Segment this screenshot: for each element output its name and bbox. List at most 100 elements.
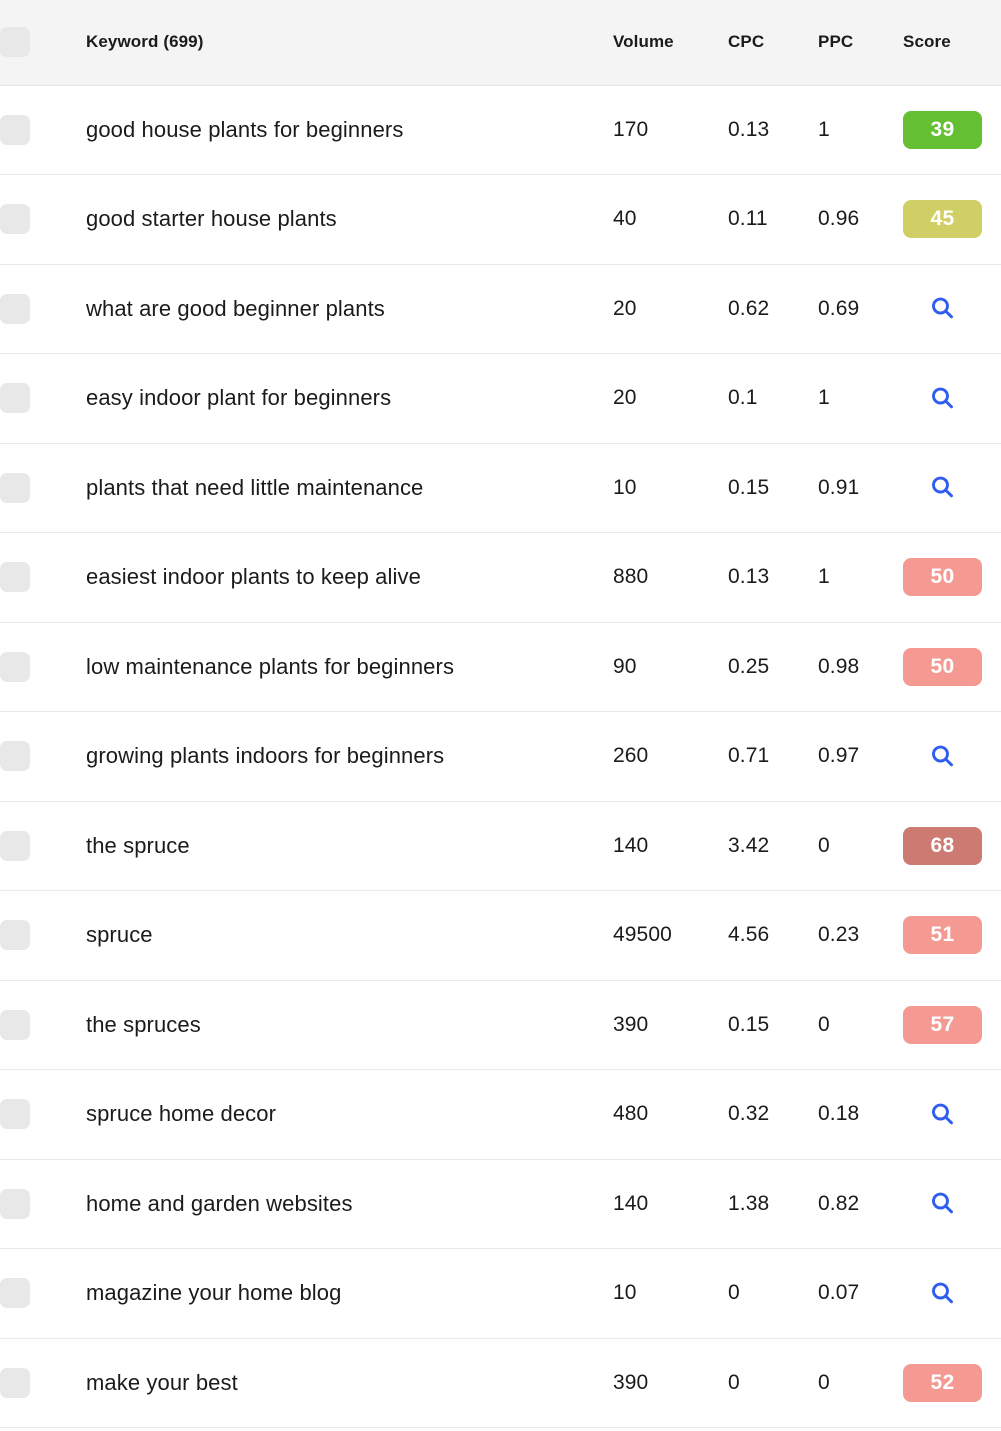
ppc-cell: 0.07 <box>818 1248 903 1339</box>
row-checkbox[interactable] <box>0 204 30 235</box>
row-checkbox[interactable] <box>0 741 30 772</box>
volume-cell: 20 <box>613 264 728 354</box>
row-checkbox[interactable] <box>0 1009 30 1040</box>
score-cell <box>903 711 1001 802</box>
score-cell <box>903 1248 1001 1339</box>
row-checkbox[interactable] <box>0 830 30 861</box>
keyword-cell[interactable]: home and garden websites <box>86 1159 613 1249</box>
row-select-cell <box>0 1248 86 1339</box>
row-checkbox[interactable] <box>0 472 30 503</box>
ppc-cell: 0.69 <box>818 264 903 354</box>
row-checkbox[interactable] <box>0 1188 30 1219</box>
score-cell: 51 <box>903 890 1001 981</box>
row-checkbox[interactable] <box>0 1367 30 1398</box>
table-row[interactable]: spruce 49500 4.56 0.23 51 <box>0 890 1001 981</box>
column-header-keyword[interactable]: Keyword (699) <box>86 0 613 86</box>
score-cell: 68 <box>903 801 1001 891</box>
table-row[interactable]: easy indoor plant for beginners 20 0.1 1 <box>0 353 1001 444</box>
table-row[interactable]: good house plants for beginners 170 0.13 1 3… <box>0 85 1001 175</box>
ppc-cell: 1 <box>818 353 903 444</box>
volume-cell: 880 <box>613 532 728 623</box>
row-checkbox[interactable] <box>0 1099 30 1130</box>
keyword-cell[interactable]: good house plants for beginners <box>86 85 613 175</box>
keyword-cell[interactable]: easy indoor plant for beginners <box>86 353 613 444</box>
score-cell <box>903 264 1001 354</box>
row-checkbox[interactable] <box>0 383 30 414</box>
search-icon[interactable] <box>903 385 982 412</box>
column-header-cpc[interactable]: CPC <box>728 0 818 86</box>
score-badge[interactable]: 68 <box>903 826 982 865</box>
row-select-cell <box>0 801 86 891</box>
row-select-cell <box>0 980 86 1070</box>
row-select-cell <box>0 1159 86 1249</box>
score-badge[interactable]: 57 <box>903 1005 982 1044</box>
table-row[interactable]: the spruces 390 0.15 0 57 <box>0 980 1001 1070</box>
row-checkbox[interactable] <box>0 293 30 324</box>
keyword-results-table: Keyword (699) Volume CPC PPC Score good … <box>0 0 1001 1428</box>
volume-cell: 390 <box>613 980 728 1070</box>
table-row[interactable]: home and garden websites 140 1.38 0.82 <box>0 1159 1001 1249</box>
column-header-ppc[interactable]: PPC <box>818 0 903 86</box>
volume-cell: 40 <box>613 174 728 265</box>
table-row[interactable]: easiest indoor plants to keep alive 880 0.… <box>0 532 1001 623</box>
keyword-cell[interactable]: spruce <box>86 890 613 981</box>
table-row[interactable]: good starter house plants 40 0.11 0.96 45 <box>0 174 1001 265</box>
keyword-cell[interactable]: the spruces <box>86 980 613 1070</box>
search-icon[interactable] <box>903 1190 982 1217</box>
row-select-cell <box>0 353 86 444</box>
keyword-cell[interactable]: plants that need little maintenance <box>86 443 613 533</box>
score-cell: 45 <box>903 174 1001 265</box>
select-all-checkbox[interactable] <box>0 27 30 58</box>
keyword-cell[interactable]: easiest indoor plants to keep alive <box>86 532 613 623</box>
column-header-volume[interactable]: Volume <box>613 0 728 86</box>
column-header-score[interactable]: Score <box>903 0 1001 86</box>
table-row[interactable]: growing plants indoors for beginners 260 0… <box>0 711 1001 802</box>
search-icon[interactable] <box>903 295 982 322</box>
row-select-cell <box>0 890 86 981</box>
score-badge[interactable]: 50 <box>903 558 982 597</box>
score-badge[interactable]: 45 <box>903 200 982 239</box>
search-icon[interactable] <box>903 1101 982 1128</box>
table-row[interactable]: make your best 390 0 0 52 <box>0 1338 1001 1428</box>
row-checkbox[interactable] <box>0 1278 30 1309</box>
table-row[interactable]: what are good beginner plants 20 0.62 0.69 <box>0 264 1001 354</box>
volume-cell: 260 <box>613 711 728 802</box>
cpc-cell: 0.25 <box>728 622 818 712</box>
keyword-cell[interactable]: what are good beginner plants <box>86 264 613 354</box>
cpc-cell: 0.11 <box>728 174 818 265</box>
row-checkbox[interactable] <box>0 920 30 951</box>
keyword-cell[interactable]: magazine your home blog <box>86 1248 613 1339</box>
row-checkbox[interactable] <box>0 562 30 593</box>
keyword-cell[interactable]: good starter house plants <box>86 174 613 265</box>
volume-cell: 10 <box>613 443 728 533</box>
cpc-cell: 0.13 <box>728 85 818 175</box>
ppc-cell: 0 <box>818 801 903 891</box>
score-badge[interactable]: 50 <box>903 647 982 686</box>
ppc-cell: 0.96 <box>818 174 903 265</box>
row-select-cell <box>0 443 86 533</box>
ppc-cell: 0.98 <box>818 622 903 712</box>
table-row[interactable]: magazine your home blog 10 0 0.07 <box>0 1248 1001 1339</box>
score-badge[interactable]: 39 <box>903 110 982 149</box>
table-row[interactable]: plants that need little maintenance 10 0.1… <box>0 443 1001 533</box>
cpc-cell: 0 <box>728 1338 818 1428</box>
search-icon[interactable] <box>903 743 982 770</box>
score-badge[interactable]: 51 <box>903 916 982 955</box>
volume-cell: 140 <box>613 801 728 891</box>
search-icon[interactable] <box>903 1280 982 1307</box>
ppc-cell: 0.82 <box>818 1159 903 1249</box>
table-row[interactable]: low maintenance plants for beginners 90 0.… <box>0 622 1001 712</box>
row-checkbox[interactable] <box>0 651 30 682</box>
keyword-cell[interactable]: make your best <box>86 1338 613 1428</box>
row-select-cell <box>0 85 86 175</box>
row-checkbox[interactable] <box>0 114 30 145</box>
keyword-cell[interactable]: the spruce <box>86 801 613 891</box>
table-row[interactable]: spruce home decor 480 0.32 0.18 <box>0 1069 1001 1160</box>
table-row[interactable]: the spruce 140 3.42 0 68 <box>0 801 1001 891</box>
keyword-cell[interactable]: low maintenance plants for beginners <box>86 622 613 712</box>
score-badge[interactable]: 52 <box>903 1363 982 1402</box>
search-icon[interactable] <box>903 474 982 501</box>
cpc-cell: 0.15 <box>728 443 818 533</box>
keyword-cell[interactable]: growing plants indoors for beginners <box>86 711 613 802</box>
keyword-cell[interactable]: spruce home decor <box>86 1069 613 1160</box>
